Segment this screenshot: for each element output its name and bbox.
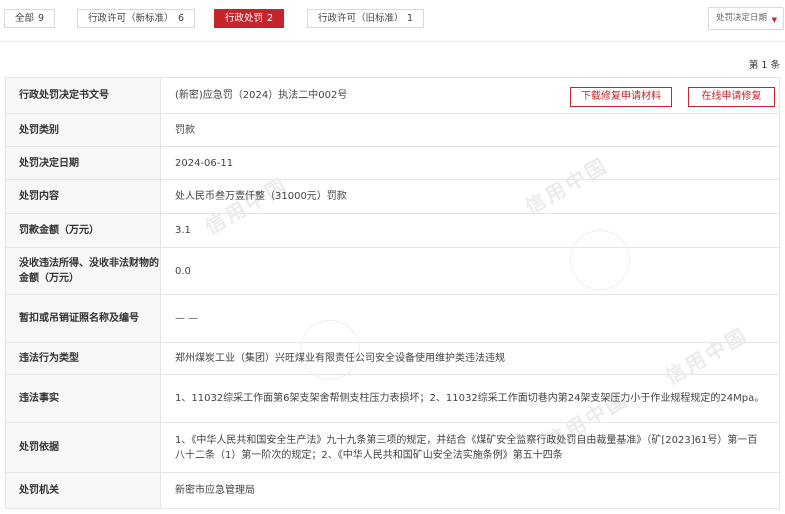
field-value: — — <box>175 313 199 324</box>
record-counter: 第 1 条 <box>748 60 780 71</box>
field-value-cell: 3.1 <box>160 213 780 248</box>
field-value-cell: (新密)应急罚（2024）执法二中002号 下载修复申请材料 在线申请修复 <box>160 77 780 114</box>
field-label: 没收违法所得、没收非法财物的金额（万元） <box>5 247 161 295</box>
field-value: 0.0 <box>175 265 191 277</box>
field-value: (新密)应急罚（2024）执法二中002号 <box>175 90 348 101</box>
sort-by-date-button[interactable]: 处罚决定日期 ▼ <box>708 7 784 30</box>
field-label: 行政处罚决定书文号 <box>5 77 161 114</box>
online-repair-apply-button[interactable]: 在线申请修复 <box>688 87 775 107</box>
tab-count: 6 <box>177 13 184 24</box>
field-label: 暂扣或吊销证照名称及编号 <box>5 294 161 343</box>
field-value: 2024-06-11 <box>175 157 234 169</box>
table-row: 行政处罚决定书文号 (新密)应急罚（2024）执法二中002号 下载修复申请材料… <box>5 77 780 114</box>
field-label: 处罚类别 <box>5 113 161 147</box>
tab-count: 1 <box>406 13 413 24</box>
tab-count: 2 <box>266 13 273 24</box>
table-row: 处罚内容 处人民币叁万壹仟整（31000元）罚款 <box>5 179 780 214</box>
sort-label: 处罚决定日期 <box>716 13 768 23</box>
field-value-cell: 罚款 <box>160 113 780 147</box>
tab-all[interactable]: 全部 9 <box>4 9 55 28</box>
field-value: 3.1 <box>175 225 191 236</box>
tab-label: 全部 <box>15 13 35 24</box>
field-value-cell: 处人民币叁万壹仟整（31000元）罚款 <box>160 179 780 214</box>
tab-license-old[interactable]: 行政许可（旧标准） 1 <box>307 9 424 28</box>
field-label: 罚款金额（万元） <box>5 213 161 248</box>
field-label: 处罚决定日期 <box>5 146 161 180</box>
sort-arrow-icon: ▼ <box>771 16 777 24</box>
field-value: 罚款 <box>175 124 195 136</box>
table-row: 违法事实 1、11032综采工作面第6架支架舍帮侧支柱压力表损坏；2、11032… <box>5 374 780 423</box>
field-label: 违法事实 <box>5 374 161 423</box>
field-value: 1、11032综采工作面第6架支架舍帮侧支柱压力表损坏；2、11032综采工作面… <box>175 393 765 404</box>
field-value: 郑州煤炭工业（集团）兴旺煤业有限责任公司安全设备使用维护类违法违规 <box>175 353 505 364</box>
field-value: 新密市应急管理局 <box>175 485 255 496</box>
table-row: 处罚类别 罚款 <box>5 113 780 147</box>
table-row: 违法行为类型 郑州煤炭工业（集团）兴旺煤业有限责任公司安全设备使用维护类违法违规 <box>5 342 780 375</box>
tab-penalty[interactable]: 行政处罚 2 <box>214 9 284 28</box>
penalty-detail-table: 行政处罚决定书文号 (新密)应急罚（2024）执法二中002号 下载修复申请材料… <box>5 77 780 509</box>
table-row: 处罚决定日期 2024-06-11 <box>5 146 780 180</box>
field-value-cell: 0.0 <box>160 247 780 295</box>
field-label: 处罚内容 <box>5 179 161 214</box>
table-row: 没收违法所得、没收非法财物的金额（万元） 0.0 <box>5 247 780 295</box>
field-value-cell: — — <box>160 294 780 343</box>
field-value-cell: 郑州煤炭工业（集团）兴旺煤业有限责任公司安全设备使用维护类违法违规 <box>160 342 780 375</box>
table-row: 处罚依据 1、《中华人民共和国安全生产法》九十九条第三项的规定，并结合《煤矿安全… <box>5 387 780 473</box>
tab-label: 行政许可（旧标准） <box>318 13 404 24</box>
tab-label: 行政许可（新标准） <box>88 13 174 24</box>
field-value: 1、《中华人民共和国安全生产法》九十九条第三项的规定，并结合《煤矿安全监察行政处… <box>175 434 758 461</box>
field-label: 处罚依据 <box>5 422 161 473</box>
download-repair-materials-button[interactable]: 下载修复申请材料 <box>570 87 672 107</box>
table-row: 处罚机关 新密市应急管理局 <box>5 472 780 509</box>
field-value-cell: 1、《中华人民共和国安全生产法》九十九条第三项的规定，并结合《煤矿安全监察行政处… <box>160 387 780 473</box>
field-value-cell: 1、11032综采工作面第6架支架舍帮侧支柱压力表损坏；2、11032综采工作面… <box>160 374 780 423</box>
tab-license-new[interactable]: 行政许可（新标准） 6 <box>77 9 195 28</box>
field-label: 处罚机关 <box>5 472 161 509</box>
field-value-cell: 新密市应急管理局 <box>160 472 780 509</box>
tab-count: 9 <box>37 13 44 24</box>
field-value-cell: 2024-06-11 <box>160 146 780 180</box>
field-value: 处人民币叁万壹仟整（31000元）罚款 <box>175 191 347 202</box>
tab-label: 行政处罚 <box>225 13 264 24</box>
field-label: 违法行为类型 <box>5 342 161 375</box>
table-row: 罚款金额（万元） 3.1 <box>5 213 780 248</box>
tabs-bar: 全部 9 行政许可（新标准） 6 行政处罚 2 行政许可（旧标准） 1 处罚决定… <box>0 0 785 42</box>
table-row: 暂扣或吊销证照名称及编号 — — <box>5 294 780 343</box>
